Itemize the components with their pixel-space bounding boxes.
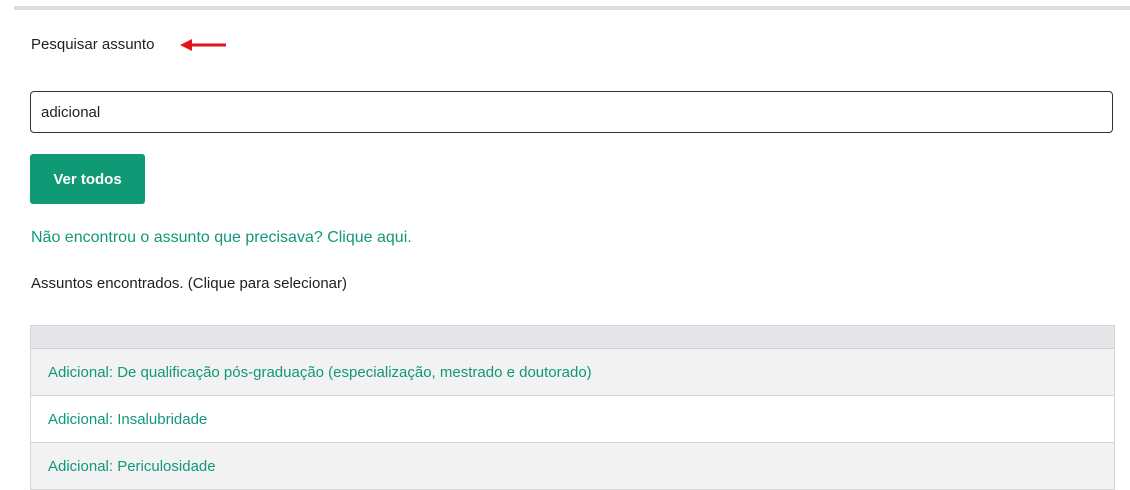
result-row[interactable]: Adicional: De qualificação pós-graduação… [31, 349, 1114, 396]
search-input[interactable] [30, 91, 1113, 133]
not-found-link[interactable]: Não encontrou o assunto que precisava? C… [31, 229, 412, 247]
results-table-header [31, 326, 1114, 349]
results-heading: Assuntos encontrados. (Clique para selec… [31, 275, 348, 292]
search-label-row: Pesquisar assunto [31, 36, 228, 53]
result-row[interactable]: Adicional: Insalubridade [31, 396, 1114, 443]
red-arrow-annotation-icon [180, 38, 227, 51]
result-row[interactable]: Adicional: Periculosidade [31, 443, 1114, 490]
search-label: Pesquisar assunto [31, 36, 155, 53]
page: Pesquisar assunto Ver todos Não encontro… [0, 0, 1130, 490]
results-table: Adicional: De qualificação pós-graduação… [30, 325, 1115, 490]
ver-todos-button[interactable]: Ver todos [30, 154, 145, 204]
top-divider [14, 6, 1130, 10]
